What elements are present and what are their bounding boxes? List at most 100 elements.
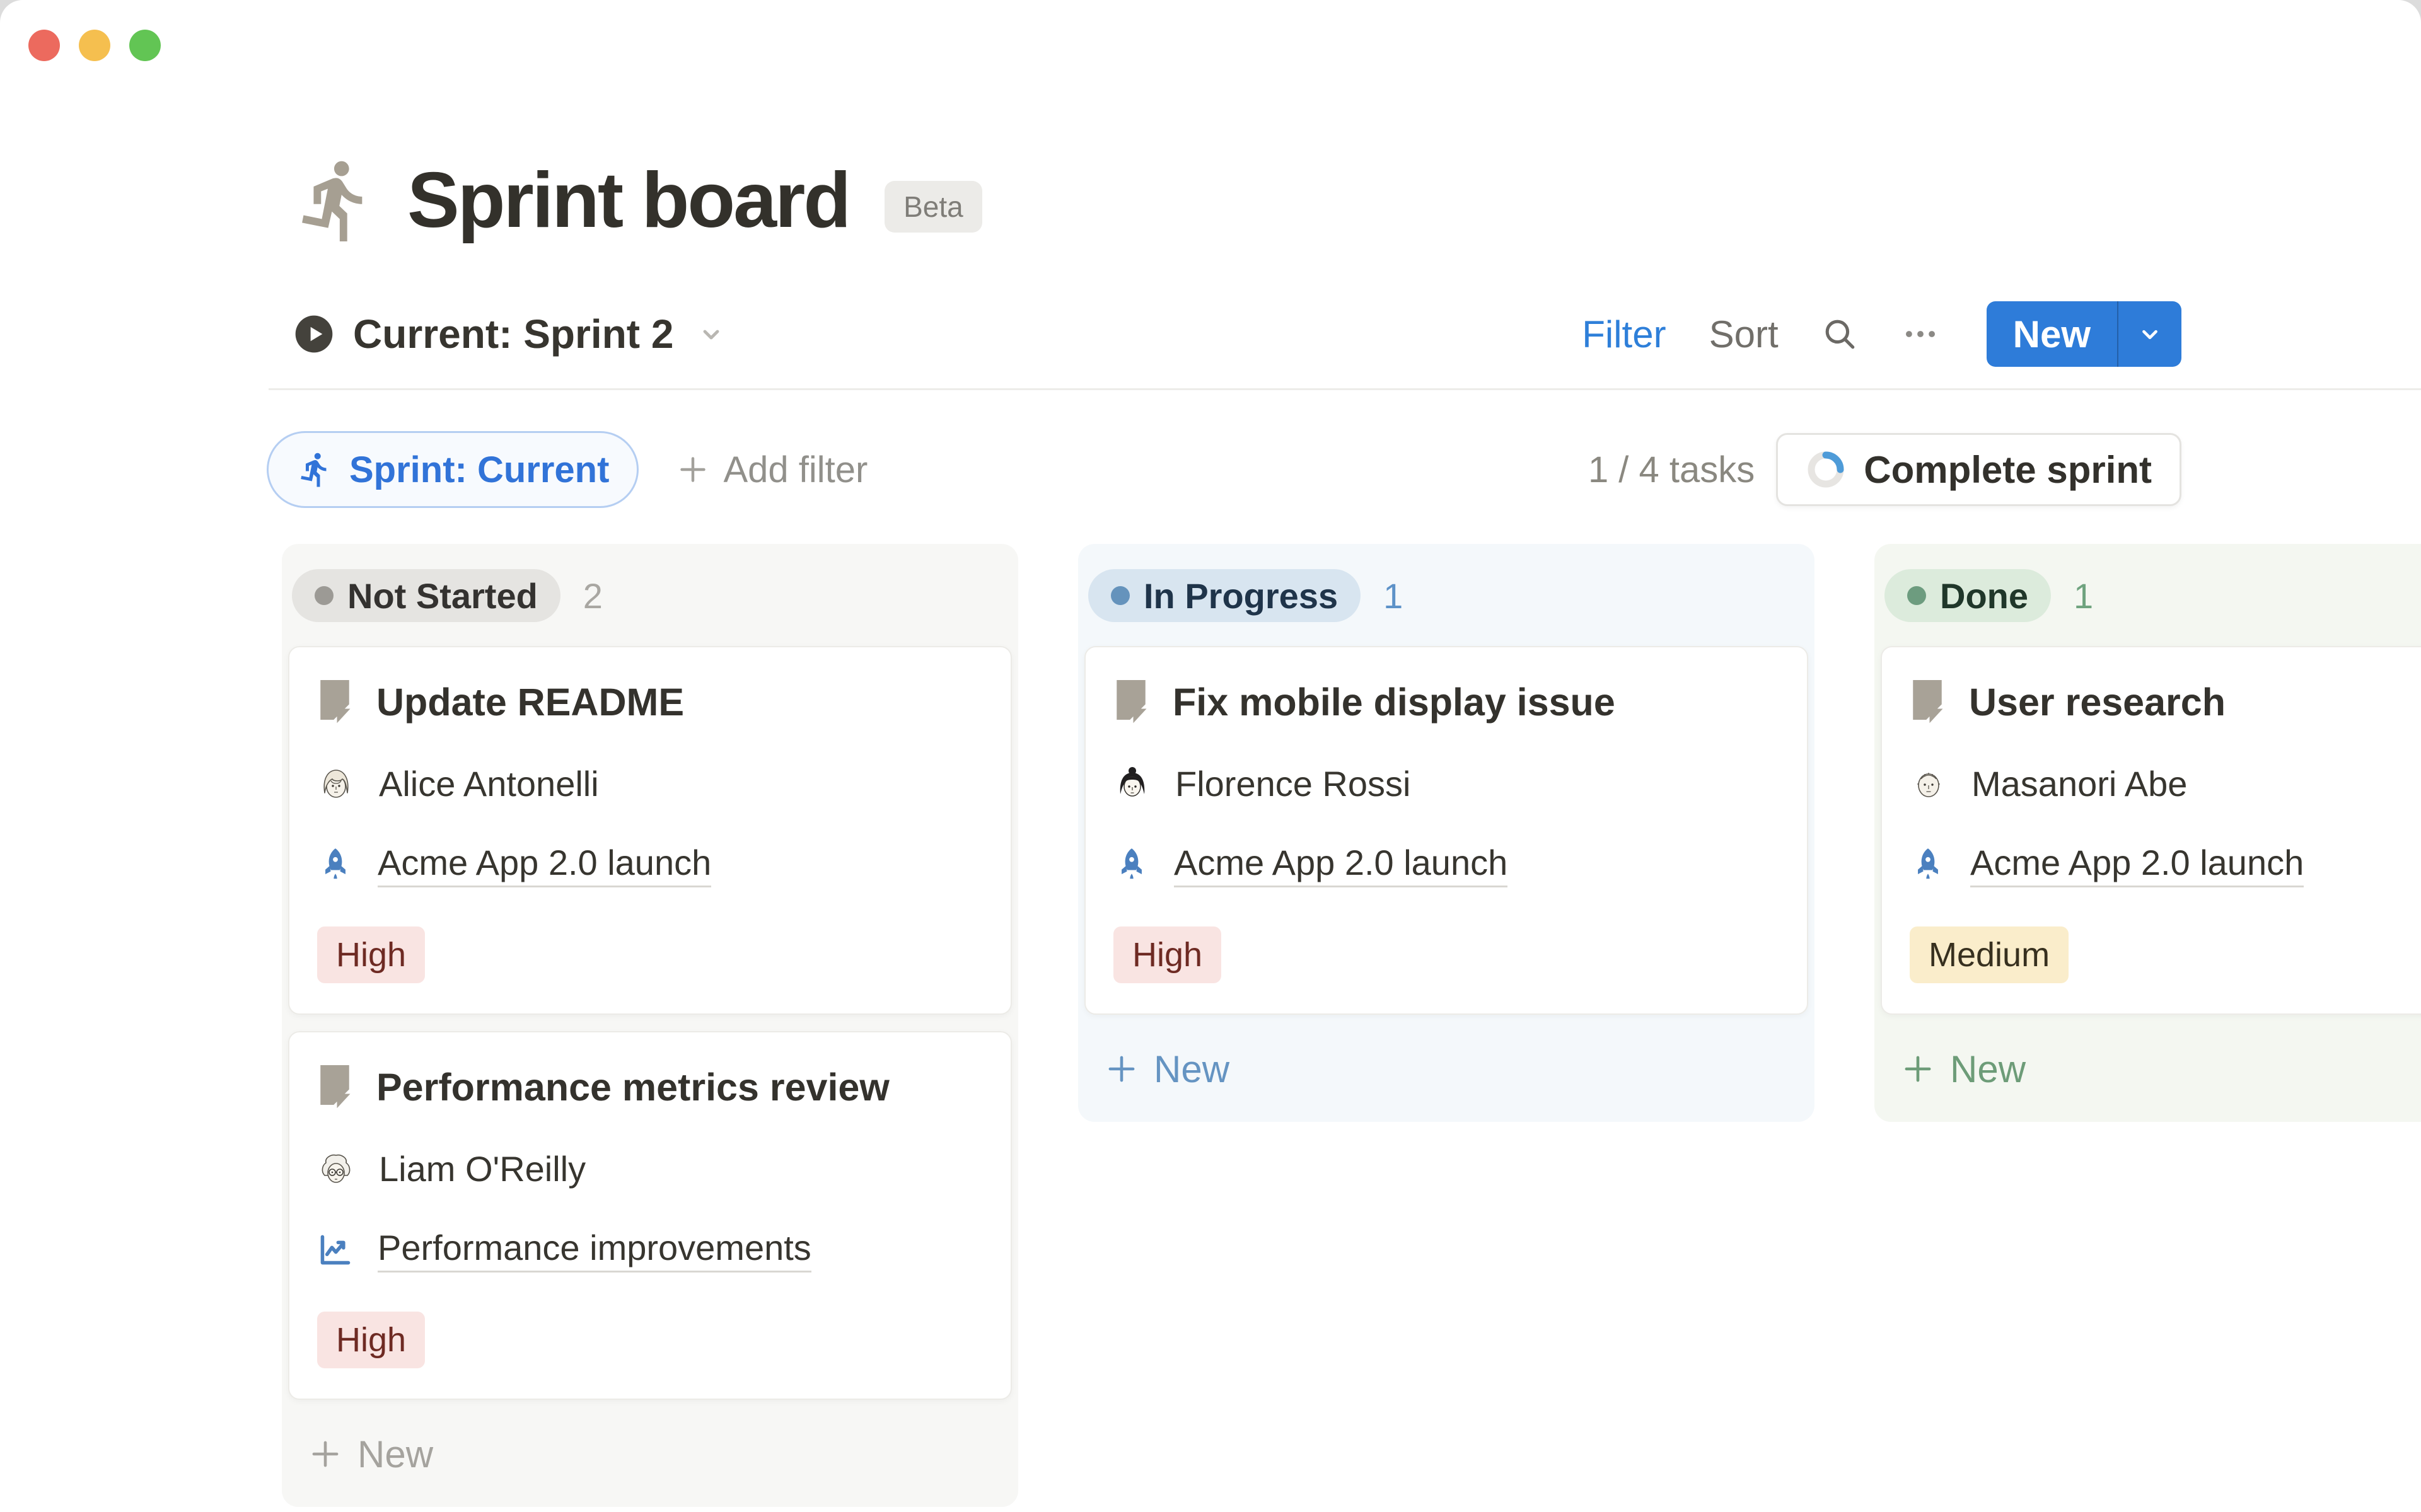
task-card[interactable]: Performance metrics review Liam O'Reilly… <box>288 1031 1012 1400</box>
column-count: 1 <box>2074 575 2093 616</box>
column-count: 1 <box>1383 575 1403 616</box>
rocket-icon <box>317 843 354 886</box>
board-column-done: Done 1 User research Masanori Abe Acme A… <box>1874 544 2421 1122</box>
add-card-button[interactable]: New <box>307 1429 433 1479</box>
tasks-summary: 1 / 4 tasks <box>1588 449 1755 491</box>
minimize-button[interactable] <box>79 30 110 61</box>
avatar-liam <box>317 1150 355 1188</box>
play-circle-icon <box>294 314 334 354</box>
project-link[interactable]: Acme App 2.0 launch <box>1970 842 2304 887</box>
toolbar-divider <box>269 388 2421 390</box>
page-title: Sprint board <box>407 156 849 245</box>
card-assignee-row: Alice Antonelli <box>317 763 983 804</box>
filter-bar-left: Sprint: Current Add filter <box>267 431 868 508</box>
window-controls <box>28 30 161 61</box>
card-title-row: Fix mobile display issue <box>1113 679 1779 725</box>
column-status-pill[interactable]: In Progress <box>1088 569 1361 622</box>
project-link[interactable]: Performance improvements <box>378 1227 811 1273</box>
sort-button[interactable]: Sort <box>1709 313 1779 356</box>
card-project-row: Performance improvements <box>317 1227 983 1273</box>
status-dot-icon <box>1907 586 1926 605</box>
card-title-row: Performance metrics review <box>317 1064 983 1111</box>
search-icon[interactable] <box>1821 316 1858 352</box>
toolbar: Current: Sprint 2 Filter Sort New <box>294 295 2181 373</box>
add-card-button[interactable]: New <box>1103 1044 1229 1094</box>
card-title: Update README <box>376 680 684 724</box>
chart-line-icon <box>317 1228 354 1271</box>
add-card-button[interactable]: New <box>1900 1044 2026 1094</box>
kanban-board: Not Started 2 Update README Alice Antone… <box>282 544 2421 1507</box>
card-title-row: Update README <box>317 679 983 725</box>
runner-icon <box>291 156 381 245</box>
page-icon <box>1113 679 1149 725</box>
rocket-icon <box>1910 843 1946 886</box>
chevron-down-icon <box>2135 320 2164 349</box>
column-cards: User research Masanori Abe Acme App 2.0 … <box>1881 646 2421 1015</box>
filter-bar-right: 1 / 4 tasks Complete sprint <box>1588 433 2181 506</box>
card-assignee-row: Liam O'Reilly <box>317 1148 983 1189</box>
card-assignee-row: Florence Rossi <box>1113 763 1779 804</box>
card-priority-row: Medium <box>1910 926 2421 983</box>
board-column-in-progress: In Progress 1 Fix mobile display issue F… <box>1078 544 1814 1122</box>
assignee-name: Alice Antonelli <box>379 763 599 804</box>
card-title-row: User research <box>1910 679 2421 725</box>
column-header: Not Started 2 <box>292 569 1018 622</box>
rocket-icon <box>1113 843 1150 886</box>
project-link[interactable]: Acme App 2.0 launch <box>1174 842 1507 887</box>
complete-sprint-label: Complete sprint <box>1864 448 2152 492</box>
filter-button[interactable]: Filter <box>1582 313 1666 356</box>
page-header: Sprint board Beta <box>291 150 982 251</box>
new-dropdown-button[interactable] <box>2118 301 2181 367</box>
avatar-florence <box>1113 765 1151 803</box>
plus-icon <box>675 452 711 487</box>
new-button[interactable]: New <box>1987 301 2117 367</box>
card-priority-row: High <box>1113 926 1779 983</box>
task-card[interactable]: Update README Alice Antonelli Acme App 2… <box>288 646 1012 1015</box>
plus-icon <box>1103 1051 1140 1087</box>
add-card-label: New <box>1950 1047 2026 1091</box>
app-window: Sprint board Beta Current: Sprint 2 Filt… <box>0 0 2421 1512</box>
column-count: 2 <box>583 575 603 616</box>
status-dot-icon <box>1111 586 1130 605</box>
card-title: Fix mobile display issue <box>1173 680 1615 724</box>
page-icon <box>317 679 352 725</box>
view-switcher[interactable]: Current: Sprint 2 <box>294 311 726 357</box>
task-card[interactable]: User research Masanori Abe Acme App 2.0 … <box>1881 646 2421 1015</box>
card-project-row: Acme App 2.0 launch <box>317 842 983 887</box>
plus-icon <box>1900 1051 1936 1087</box>
card-assignee-row: Masanori Abe <box>1910 763 2421 804</box>
filter-bar: Sprint: Current Add filter 1 / 4 tasks C… <box>267 430 2181 509</box>
beta-badge: Beta <box>885 181 982 233</box>
new-split-button: New <box>1987 301 2181 367</box>
chevron-down-icon <box>696 319 726 349</box>
column-status-label: Not Started <box>347 575 538 616</box>
view-label: Current: Sprint 2 <box>353 311 673 357</box>
close-button[interactable] <box>28 30 60 61</box>
project-link[interactable]: Acme App 2.0 launch <box>378 842 711 887</box>
add-card-label: New <box>357 1433 433 1476</box>
priority-tag: High <box>1113 926 1221 983</box>
card-title: Performance metrics review <box>376 1065 890 1109</box>
column-status-pill[interactable]: Done <box>1884 569 2051 622</box>
status-dot-icon <box>315 586 334 605</box>
sprint-filter-chip[interactable]: Sprint: Current <box>267 431 639 508</box>
assignee-name: Masanori Abe <box>1971 763 2187 804</box>
zoom-button[interactable] <box>129 30 161 61</box>
more-options-icon[interactable] <box>1901 315 1940 354</box>
column-status-pill[interactable]: Not Started <box>292 569 560 622</box>
runner-icon <box>296 451 334 488</box>
card-priority-row: High <box>317 926 983 983</box>
assignee-name: Florence Rossi <box>1175 763 1410 804</box>
avatar-alice <box>317 765 355 803</box>
column-status-label: In Progress <box>1144 575 1338 616</box>
column-status-label: Done <box>1940 575 2028 616</box>
complete-sprint-button[interactable]: Complete sprint <box>1776 433 2181 506</box>
column-header: Done 1 <box>1884 569 2421 622</box>
card-project-row: Acme App 2.0 launch <box>1910 842 2421 887</box>
progress-ring-icon <box>1806 449 1846 490</box>
card-priority-row: High <box>317 1312 983 1368</box>
page-icon <box>1910 679 1945 725</box>
task-card[interactable]: Fix mobile display issue Florence Rossi … <box>1084 646 1808 1015</box>
card-title: User research <box>1969 680 2226 724</box>
add-filter-button[interactable]: Add filter <box>675 449 868 491</box>
